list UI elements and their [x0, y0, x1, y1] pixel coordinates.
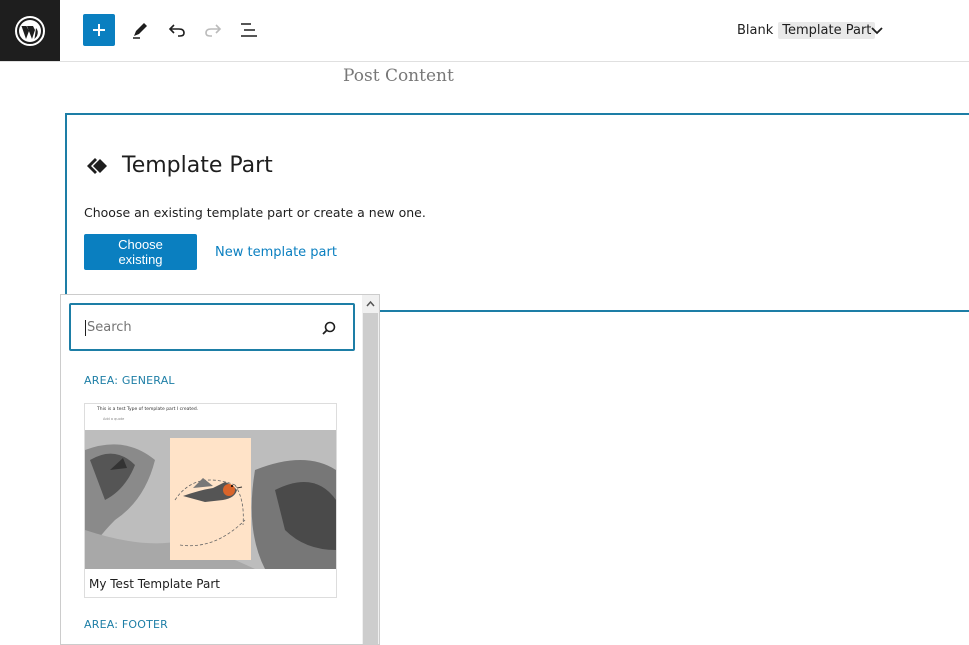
template-part-item[interactable]: This is a test Type of template part I c…	[84, 403, 337, 598]
chevron-down-icon[interactable]	[868, 22, 886, 40]
post-content-placeholder: Post Content	[343, 66, 454, 86]
template-part-title: Template Part	[122, 153, 273, 178]
redo-button[interactable]	[197, 14, 229, 46]
area-footer-heading: AREA: FOOTER	[84, 618, 169, 631]
scroll-up-arrow-icon[interactable]	[364, 298, 377, 310]
template-part-block[interactable]: Template Part Choose an existing templat…	[65, 113, 969, 312]
editor-header: Blank Template Part	[0, 0, 969, 62]
preview-subtext: Add a quote	[103, 417, 125, 421]
wordpress-logo-icon	[15, 15, 45, 46]
new-template-part-button[interactable]: New template part	[215, 245, 337, 260]
popover-scrollbar[interactable]	[362, 295, 379, 644]
choose-existing-button[interactable]: Choose existing	[84, 234, 197, 270]
scrollbar-thumb[interactable]	[363, 313, 378, 644]
document-title: Blank	[737, 23, 774, 38]
undo-button[interactable]	[161, 14, 193, 46]
search-field[interactable]	[69, 303, 355, 351]
wordpress-logo-button[interactable]	[0, 0, 60, 61]
area-general-heading: AREA: GENERAL	[84, 374, 175, 387]
redo-icon	[205, 24, 222, 37]
undo-icon	[168, 24, 185, 37]
template-part-icon	[87, 157, 107, 174]
list-view-icon	[241, 23, 257, 37]
template-part-item-label: My Test Template Part	[89, 577, 220, 591]
tools-button[interactable]	[124, 14, 156, 46]
template-part-selection-popover: AREA: GENERAL This is a test Type of tem…	[60, 294, 380, 645]
document-title-button[interactable]: Blank Template Part	[737, 22, 876, 39]
pencil-icon	[133, 23, 147, 39]
search-icon	[322, 321, 336, 335]
list-view-button[interactable]	[233, 14, 265, 46]
template-part-header: Template Part	[86, 153, 273, 178]
text-cursor	[85, 320, 86, 336]
add-block-button[interactable]	[83, 14, 115, 46]
plus-icon	[93, 24, 105, 36]
document-type-badge: Template Part	[778, 22, 876, 39]
preview-image	[85, 430, 336, 569]
template-part-instructions: Choose an existing template part or crea…	[84, 205, 426, 220]
search-input[interactable]	[85, 318, 309, 336]
template-part-preview: This is a test Type of template part I c…	[85, 404, 336, 569]
preview-text: This is a test Type of template part I c…	[97, 407, 199, 412]
